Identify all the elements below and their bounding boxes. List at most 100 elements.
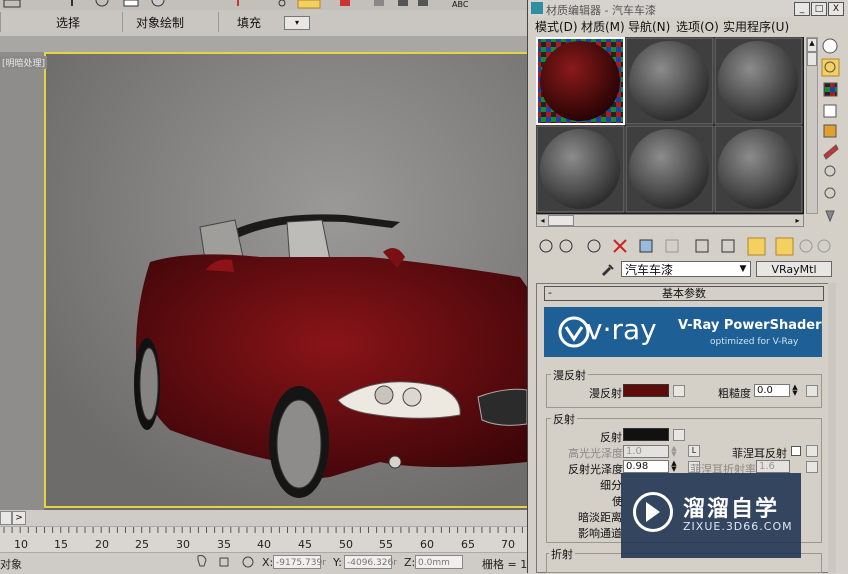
params-scrollbar[interactable] xyxy=(828,283,836,573)
x-coord-field[interactable]: -9175.739r xyxy=(273,555,326,569)
assign-to-selection-icon[interactable] xyxy=(587,239,601,253)
window-icon[interactable] xyxy=(123,0,139,7)
show-end-result-icon[interactable] xyxy=(775,237,794,256)
fresnel-lock-button[interactable] xyxy=(806,445,818,457)
menu-material[interactable]: 材质(M) xyxy=(581,18,625,35)
go-forward-sibling-icon[interactable] xyxy=(817,239,831,253)
material-id-icon[interactable] xyxy=(721,239,735,253)
mirror-icon[interactable] xyxy=(340,0,350,6)
toolbar-separator xyxy=(122,12,123,32)
make-preview-icon[interactable] xyxy=(823,144,839,160)
slot-5[interactable] xyxy=(625,125,714,213)
z-coord-field[interactable]: 0.0mm xyxy=(415,555,463,569)
sample-type-icon[interactable] xyxy=(822,38,838,54)
slot-4[interactable] xyxy=(536,125,625,213)
layer-icon[interactable] xyxy=(398,0,408,6)
uv-tiling-icon[interactable] xyxy=(823,104,837,118)
dim-distance-label: 暗淡距离 xyxy=(578,511,622,524)
axes-label: ABC xyxy=(452,0,469,9)
diffuse-group-label: 漫反射 xyxy=(551,367,588,383)
background-checker-icon[interactable] xyxy=(823,82,838,97)
hilight-glossiness-spinner[interactable]: 1.0 xyxy=(623,445,669,458)
y-coord-field[interactable]: -4096.326r xyxy=(344,555,397,569)
active-tool-icon[interactable] xyxy=(297,0,321,9)
hilight-glossiness-arrows[interactable]: ▲ ▼ xyxy=(670,445,678,458)
make-unique-icon[interactable] xyxy=(665,239,679,253)
material-name-field[interactable]: 汽车车漆 xyxy=(621,261,751,277)
basic-parameters-rollout[interactable]: 基本参数 xyxy=(544,286,824,301)
select-by-material-icon[interactable] xyxy=(824,187,836,199)
viewport-shading-label[interactable]: [明暗处理] xyxy=(0,56,48,69)
refl-glossiness-arrows[interactable]: ▲ ▼ xyxy=(670,460,678,473)
select-menu[interactable]: 选择 xyxy=(56,14,80,30)
eyedropper-icon[interactable] xyxy=(600,262,614,276)
options-icon[interactable] xyxy=(824,165,836,177)
object-paint-menu[interactable]: 对象绘制 xyxy=(136,14,184,30)
tick-label: 50 xyxy=(339,538,353,551)
roughness-spinner[interactable]: 0.0 xyxy=(754,384,790,397)
material-map-navigator-icon[interactable] xyxy=(825,210,835,223)
fill-menu[interactable]: 填充 xyxy=(237,14,261,30)
minimize-button[interactable]: _ xyxy=(794,2,810,16)
rotate-icon[interactable] xyxy=(151,0,165,7)
time-slider-handle[interactable] xyxy=(0,511,12,525)
slots-horizontal-scrollbar[interactable] xyxy=(536,214,804,227)
transform-type-icon[interactable] xyxy=(242,556,254,568)
watermark-subtitle: ZIXUE.3D66.COM xyxy=(683,520,793,533)
align-icon[interactable] xyxy=(374,0,384,6)
slot-1-active[interactable] xyxy=(536,37,625,125)
menu-navigation[interactable]: 导航(N) xyxy=(628,18,670,35)
roughness-map-button[interactable] xyxy=(806,385,818,397)
diffuse-map-button[interactable] xyxy=(673,385,685,397)
make-copy-icon[interactable] xyxy=(639,239,653,253)
close-button[interactable]: X xyxy=(828,2,844,16)
material-type-button[interactable]: VRayMtl xyxy=(756,261,832,277)
slot-6[interactable] xyxy=(714,125,803,213)
lightbulb-icon[interactable] xyxy=(197,555,207,567)
reflect-color-swatch[interactable] xyxy=(623,428,669,441)
subdivs-label: 细分 xyxy=(600,479,622,492)
slot-2[interactable] xyxy=(625,37,714,125)
vertical-scroll-thumb[interactable] xyxy=(807,52,817,66)
slot-3[interactable] xyxy=(714,37,803,125)
tick-label: 10 xyxy=(14,538,28,551)
material-name-dropdown-icon[interactable]: ▼ xyxy=(737,263,749,275)
put-to-scene-icon[interactable] xyxy=(559,239,573,253)
refl-glossiness-spinner[interactable]: 0.98 xyxy=(623,460,669,473)
go-to-parent-icon[interactable] xyxy=(799,239,813,253)
scroll-right-button[interactable]: ▸ xyxy=(792,215,803,226)
vray-subtitle: optimized for V-Ray xyxy=(710,337,799,347)
y-coord-label: Y: xyxy=(333,556,342,569)
layer2-icon[interactable] xyxy=(418,0,428,6)
put-to-library-icon[interactable] xyxy=(695,239,709,253)
hilight-lock-button[interactable]: L xyxy=(688,445,700,457)
menu-utilities[interactable]: 实用程序(U) xyxy=(723,18,789,35)
get-material-icon[interactable] xyxy=(539,239,553,253)
fresnel-ior-spinner[interactable]: 1.6 xyxy=(756,460,790,473)
menu-options[interactable]: 选项(O) xyxy=(676,18,719,35)
menu-modes[interactable]: 模式(D) xyxy=(535,18,578,35)
select-region-icon[interactable] xyxy=(3,0,21,8)
tick-label: 30 xyxy=(176,538,190,551)
rollout-collapse-toggle[interactable]: - xyxy=(548,286,552,299)
circle-icon[interactable] xyxy=(95,0,109,7)
video-color-check-icon[interactable] xyxy=(823,124,837,138)
fill-dropdown-button[interactable]: ▾ xyxy=(284,16,310,30)
reset-map-icon[interactable] xyxy=(613,239,627,253)
horizontal-scroll-thumb[interactable] xyxy=(548,215,574,226)
show-map-in-viewport-icon[interactable] xyxy=(747,237,766,256)
roughness-spinner-arrows[interactable]: ▲ ▼ xyxy=(791,384,799,397)
timeline-next-button[interactable]: > xyxy=(12,511,26,525)
snap-icon[interactable] xyxy=(278,0,286,7)
fresnel-reflections-label: 菲涅耳反射 xyxy=(732,447,787,460)
timeline-slider[interactable] xyxy=(0,510,527,526)
scroll-left-button[interactable]: ◂ xyxy=(537,215,548,226)
fresnel-ior-map-button[interactable] xyxy=(806,461,818,473)
reflect-map-button[interactable] xyxy=(673,429,685,441)
scroll-up-button[interactable]: ▲ xyxy=(807,38,817,52)
lock-icon[interactable] xyxy=(219,557,229,567)
reflection-group-label: 反射 xyxy=(551,411,577,427)
fresnel-reflections-checkbox[interactable] xyxy=(791,446,801,456)
diffuse-color-swatch[interactable] xyxy=(623,384,669,397)
maximize-button[interactable]: □ xyxy=(811,2,827,16)
